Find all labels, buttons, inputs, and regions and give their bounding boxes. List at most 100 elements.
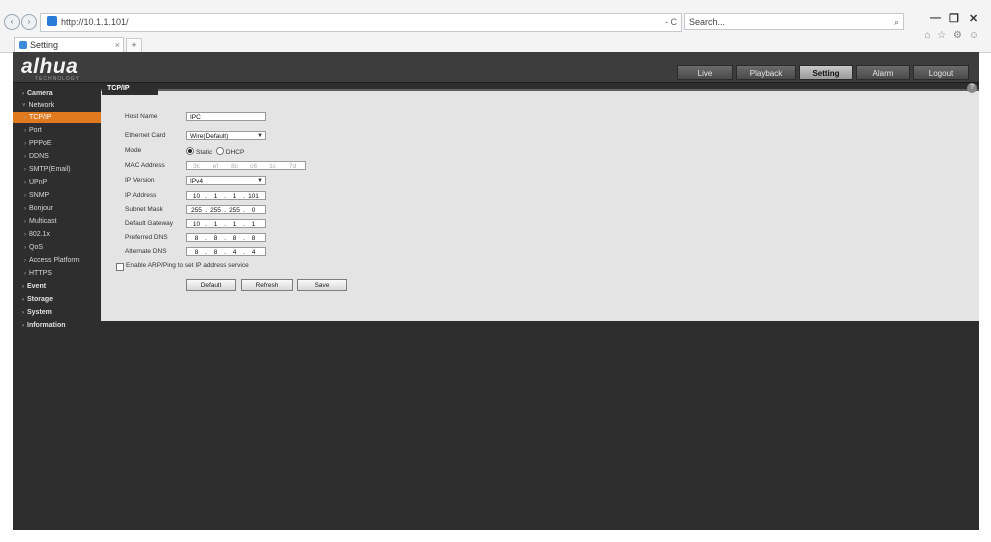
sidebar-item-bonjour[interactable]: › Bonjour [13, 203, 101, 214]
sidebar-item-smtp[interactable]: › SMTP(Email) [13, 164, 101, 175]
mac-octet: c6 [250, 163, 257, 170]
sidebar-item-label: Event [27, 283, 47, 290]
sidebar-item-information[interactable]: › Information [13, 320, 101, 331]
brand-logo-sub: TECHNOLOGY [35, 76, 81, 82]
sidebar-item-qos[interactable]: › QoS [13, 242, 101, 253]
ip-octet: 8 [213, 235, 218, 242]
mode-static-radio[interactable] [186, 147, 194, 155]
sidebar-item-network[interactable]: ˅ Network [13, 100, 101, 111]
subnet-mask-input[interactable]: 255. 255. 255. 0 [186, 205, 266, 214]
ip-octet: 101 [248, 193, 259, 200]
sidebar-item-event[interactable]: › Event [13, 281, 101, 292]
chevron-down-icon: ▼ [257, 178, 263, 184]
sidebar-item-label: Bonjour [29, 205, 54, 212]
default-gateway-input[interactable]: 10. 1. 1. 1 [186, 219, 266, 228]
mac-address-label: MAC Address [125, 162, 165, 169]
ethernet-card-select[interactable]: Wire(Default) ▼ [186, 131, 266, 140]
sidebar-item-https[interactable]: › HTTPS [13, 268, 101, 279]
sidebar-item-port[interactable]: › Port [13, 125, 101, 136]
topnav-setting[interactable]: Setting [799, 65, 853, 80]
preferred-dns-input[interactable]: 8. 8. 8. 8 [186, 233, 266, 242]
ip-address-label: IP Address [125, 192, 157, 199]
ip-octet: 8 [194, 249, 199, 256]
browser-toolbar-icons[interactable]: ⌂ ☆ ⚙ ☺ [924, 30, 981, 41]
host-name-input[interactable]: IPC [186, 112, 266, 121]
browser-tab[interactable]: Setting × [14, 37, 124, 52]
save-button[interactable]: Save [297, 279, 347, 291]
address-bar[interactable]: http://10.1.1.101/ - C [40, 13, 682, 32]
app-frame: alhua TECHNOLOGY Live Playback Setting A… [13, 52, 979, 530]
sidebar-item-snmp[interactable]: › SNMP [13, 190, 101, 201]
maximize-button[interactable]: ❐ [949, 12, 959, 25]
search-input[interactable]: Search... ⌕ [684, 13, 904, 30]
subnet-mask-label: Subnet Mask [125, 206, 163, 213]
chevron-right-icon: › [24, 193, 26, 199]
topnav-playback[interactable]: Playback [736, 65, 796, 80]
chevron-right-icon: › [22, 284, 24, 290]
refresh-icon[interactable]: - C [665, 14, 677, 31]
sidebar-item-label: Multicast [29, 218, 57, 225]
chevron-right-icon: › [22, 323, 24, 329]
help-icon[interactable]: ? [967, 83, 977, 93]
chevron-right-icon: › [24, 154, 26, 160]
alternate-dns-input[interactable]: 8. 8. 4. 4 [186, 247, 266, 256]
topnav-logout[interactable]: Logout [913, 65, 969, 80]
sidebar-item-label: TCP/IP [29, 114, 52, 121]
default-button[interactable]: Default [186, 279, 236, 291]
back-button[interactable]: ‹ [4, 14, 20, 30]
address-text: http://10.1.1.101/ [61, 17, 129, 27]
chevron-right-icon: › [24, 115, 26, 121]
sidebar-item-label: System [27, 309, 52, 316]
chevron-right-icon: › [22, 310, 24, 316]
sidebar-item-label: Camera [27, 90, 53, 97]
ip-octet: 255 [191, 207, 202, 214]
sidebar-item-storage[interactable]: › Storage [13, 294, 101, 305]
mode-static-label: Static [196, 149, 213, 156]
sidebar-item-label: Access Platform [29, 257, 80, 264]
sidebar-item-ddns[interactable]: › DDNS [13, 151, 101, 162]
chevron-right-icon: › [24, 180, 26, 186]
search-placeholder: Search... [689, 17, 726, 27]
forward-button[interactable]: › [21, 14, 37, 30]
sidebar-item-pppoe[interactable]: › PPPoE [13, 138, 101, 149]
tab-tcpip[interactable]: TCP/IP [102, 83, 158, 95]
sidebar-item-label: Port [29, 127, 42, 134]
back-icon: ‹ [10, 17, 14, 26]
sidebar-item-camera[interactable]: › Camera [13, 88, 101, 99]
refresh-button[interactable]: Refresh [241, 279, 293, 291]
chevron-right-icon: › [24, 206, 26, 212]
ip-address-input[interactable]: 10. 1. 1. 101 [186, 191, 266, 200]
ip-octet: 1 [213, 221, 218, 228]
mode-radio-group: Static DHCP [186, 147, 244, 156]
mode-dhcp-radio[interactable] [215, 147, 224, 155]
close-button[interactable]: ✕ [969, 12, 978, 25]
sidebar-item-system[interactable]: › System [13, 307, 101, 318]
sidebar-item-label: Network [28, 102, 55, 109]
ip-octet: 0 [251, 207, 256, 214]
topnav-live[interactable]: Live [677, 65, 733, 80]
chevron-down-icon: ▼ [257, 133, 263, 139]
sidebar-item-tcpip[interactable]: › TCP/IP [13, 112, 101, 123]
chevron-right-icon: › [24, 128, 26, 134]
sidebar-item-multicast[interactable]: › Multicast [13, 216, 101, 227]
ethernet-card-value: Wire(Default) [190, 133, 229, 140]
mac-octet: 3c [193, 163, 200, 170]
new-tab-button[interactable]: + [126, 38, 142, 53]
tab-close-icon[interactable]: × [115, 38, 120, 53]
sidebar-item-access-platform[interactable]: › Access Platform [13, 255, 101, 266]
ip-octet: 1 [251, 221, 256, 228]
sidebar-item-label: QoS [29, 244, 44, 251]
sidebar-item-label: HTTPS [29, 270, 52, 277]
ip-version-select[interactable]: IPv4 ▼ [186, 176, 266, 185]
sidebar-item-upnp[interactable]: › UPnP [13, 177, 101, 188]
ip-version-value: IPv4 [190, 178, 204, 185]
mode-dhcp-label: DHCP [225, 149, 245, 156]
page-icon [47, 16, 57, 26]
sidebar: › Camera ˅ Network › TCP/IP › Port › PPPoE › D… [13, 83, 101, 530]
alternate-dns-label: Alternate DNS [125, 248, 167, 255]
search-icon[interactable]: ⌕ [894, 14, 899, 31]
minimize-button[interactable]: — [930, 12, 941, 24]
topnav-alarm[interactable]: Alarm [856, 65, 910, 80]
arp-ping-checkbox[interactable] [116, 263, 124, 271]
sidebar-item-8021x[interactable]: › 802.1x [13, 229, 101, 240]
